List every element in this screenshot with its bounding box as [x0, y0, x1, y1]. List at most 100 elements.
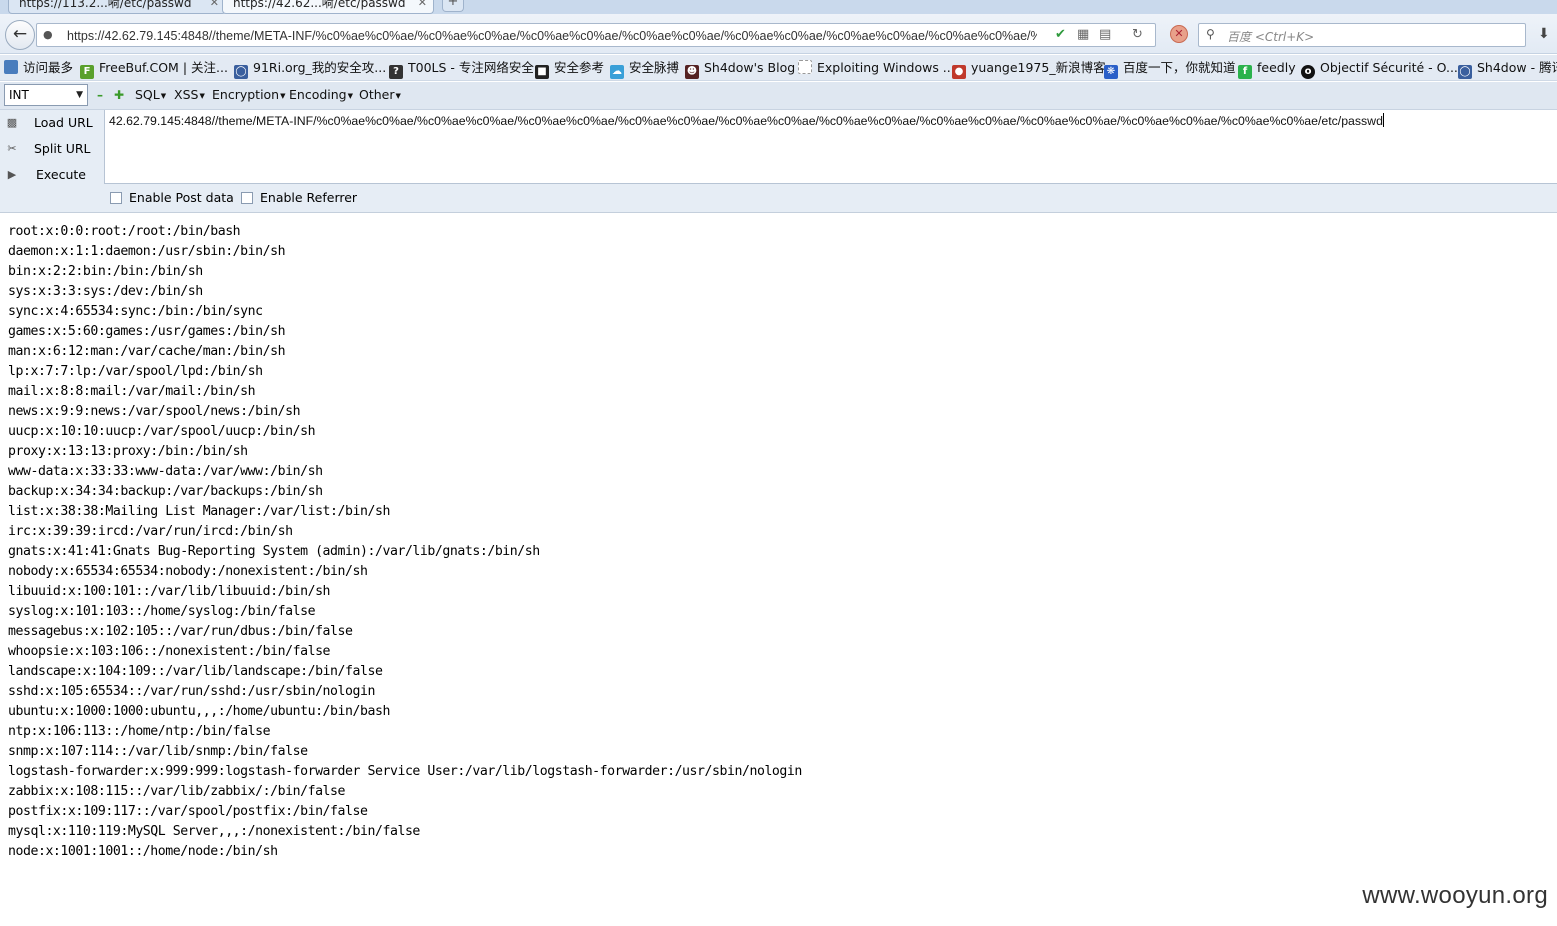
passwd-line: proxy:x:13:13:proxy:/bin:/bin/sh — [8, 444, 248, 459]
bookmark-label: 91Ri.org_我的安全攻... — [253, 60, 387, 75]
bookmark-item[interactable]: ? T00LS - 专注网络安全 — [389, 59, 534, 79]
bookmark-item[interactable]: 访问最多 — [4, 59, 73, 77]
bookmark-item[interactable]: Exploiting Windows ... — [798, 59, 955, 77]
passwd-line: gnats:x:41:41:Gnats Bug-Reporting System… — [8, 544, 540, 559]
passwd-line: landscape:x:104:109::/var/lib/landscape:… — [8, 664, 383, 679]
bookmark-item[interactable]: F FreeBuf.COM | 关注... — [80, 59, 228, 79]
shield-icon: ◯ — [234, 65, 248, 79]
menu-sql[interactable]: SQL▼ — [135, 87, 166, 102]
load-url-icon: ▩ — [6, 116, 18, 129]
hackbar-url-textarea[interactable]: 42.62.79.145:4848//theme/META-INF/%c0%ae… — [104, 110, 1557, 184]
load-url-button[interactable]: ▩ Load URL — [0, 112, 100, 134]
bookmark-label: yuange1975_新浪博客 — [971, 60, 1106, 75]
bookmark-item[interactable]: ● yuange1975_新浪博客 — [952, 59, 1106, 79]
stop-icon[interactable]: ✕ — [1170, 25, 1188, 43]
split-url-button[interactable]: ✂ Split URL — [0, 138, 100, 160]
execute-button[interactable]: ▶ Execute — [0, 164, 100, 186]
checkbox-box — [241, 192, 253, 204]
passwd-line: daemon:x:1:1:daemon:/usr/sbin:/bin/sh — [8, 244, 286, 259]
tab-title: https://42.62...嗬/etc/passwd — [233, 0, 406, 10]
bookmark-item[interactable]: ◯ 91Ri.org_我的安全攻... — [234, 59, 387, 79]
caret-icon: ▼ — [160, 92, 167, 100]
search-box[interactable]: ⚲ 百度 <Ctrl+K> — [1198, 23, 1526, 47]
checkbox-label: Enable Referrer — [260, 190, 358, 205]
page-icon — [4, 60, 18, 74]
bookmark-label: 百度一下，你就知道 — [1123, 60, 1236, 75]
bookmark-label: Sh4dow - 腾讯 — [1477, 60, 1557, 75]
checkbox-box — [110, 192, 122, 204]
lock-icon: ● — [43, 28, 53, 41]
menu-encoding[interactable]: Encoding▼ — [289, 87, 353, 102]
passwd-line: lp:x:7:7:lp:/var/spool/lpd:/bin/sh — [8, 364, 263, 379]
passwd-line: mail:x:8:8:mail:/var/mail:/bin/sh — [8, 384, 256, 399]
bookmark-label: 安全参考 — [554, 60, 605, 75]
passwd-line: messagebus:x:102:105::/var/run/dbus:/bin… — [8, 624, 353, 639]
new-tab-button[interactable]: + — [442, 0, 464, 12]
bookmark-item[interactable]: o Objectif Sécurité - O... — [1301, 59, 1458, 79]
hackbar-panel: ▩ Load URL ✂ Split URL ▶ Execute 42.62.7… — [0, 110, 1557, 213]
enable-post-checkbox[interactable]: Enable Post data — [110, 190, 234, 206]
passwd-line: bin:x:2:2:bin:/bin:/bin/sh — [8, 264, 203, 279]
type-select[interactable]: INT ▼ — [4, 84, 88, 106]
play-icon: ▶ — [7, 168, 17, 181]
back-button[interactable]: ← — [5, 20, 35, 50]
bookmark-label: Objectif Sécurité - O... — [1320, 60, 1458, 75]
passwd-line: syslog:x:101:103::/home/syslog:/bin/fals… — [8, 604, 316, 619]
tools-icon: ? — [389, 65, 403, 79]
bookmark-item[interactable]: ☁ 安全脉搏 — [610, 59, 679, 79]
tab-strip: https://113.2...嗬/etc/passwd ✕ https://4… — [0, 0, 1557, 14]
bookmark-item[interactable]: ■ 安全参考 — [535, 59, 605, 79]
avatar-icon: ☻ — [685, 65, 699, 79]
passwd-content: root:x:0:0:root:/root:/bin/bash daemon:x:… — [8, 222, 1548, 862]
shield-check-icon[interactable]: ✔ — [1055, 27, 1066, 43]
passwd-line: nobody:x:65534:65534:nobody:/nonexistent… — [8, 564, 368, 579]
text-cursor — [1382, 113, 1384, 127]
tab-2-active[interactable]: https://42.62...嗬/etc/passwd ✕ — [222, 0, 434, 14]
address-bar[interactable]: ● https://42.62.79.145:4848//theme/META-… — [36, 23, 1156, 47]
reload-icon[interactable]: ↻ — [1132, 27, 1143, 43]
menu-other[interactable]: Other▼ — [359, 87, 401, 102]
load-url-label: Load URL — [34, 115, 93, 130]
download-icon[interactable]: ⬇ — [1538, 26, 1550, 42]
enable-referrer-checkbox[interactable]: Enable Referrer — [241, 190, 357, 206]
bookmark-item[interactable]: f feedly — [1238, 59, 1296, 79]
passwd-line: ntp:x:106:113::/home/ntp:/bin/false — [8, 724, 271, 739]
bookmark-label: FreeBuf.COM | 关注... — [99, 60, 228, 75]
menu-xss[interactable]: XSS▼ — [174, 87, 205, 102]
tab-1[interactable]: https://113.2...嗬/etc/passwd ✕ — [8, 0, 226, 14]
passwd-line: backup:x:34:34:backup:/var/backups:/bin/… — [8, 484, 323, 499]
chevron-down-icon: ▼ — [76, 90, 83, 100]
passwd-line: root:x:0:0:root:/root:/bin/bash — [8, 224, 241, 239]
watermark: www.wooyun.org — [1362, 882, 1548, 909]
close-icon[interactable]: ✕ — [418, 0, 427, 12]
address-input[interactable]: https://42.62.79.145:4848//theme/META-IN… — [67, 27, 1037, 45]
reader-view-icon[interactable]: ▤ — [1099, 27, 1111, 43]
scissors-icon: ✂ — [7, 142, 17, 155]
passwd-line: man:x:6:12:man:/var/cache/man:/bin/sh — [8, 344, 286, 359]
search-input[interactable]: 百度 <Ctrl+K> — [1227, 28, 1314, 45]
type-select-value: INT — [9, 88, 29, 102]
passwd-line: ubuntu:x:1000:1000:ubuntu,,,:/home/ubunt… — [8, 704, 390, 719]
bookmark-item[interactable]: ◯ Sh4dow - 腾讯 — [1458, 59, 1557, 79]
passwd-line: snmp:x:107:114::/var/lib/snmp:/bin/false — [8, 744, 308, 759]
menu-encryption[interactable]: Encryption▼ — [212, 87, 286, 102]
menu-label: SQL — [135, 87, 160, 102]
caret-icon: ▼ — [347, 92, 353, 100]
feedly-icon: f — [1238, 65, 1252, 79]
search-icon: ⚲ — [1206, 27, 1215, 41]
checkbox-label: Enable Post data — [129, 190, 234, 205]
close-icon[interactable]: ✕ — [210, 0, 219, 12]
menu-label: Encoding — [289, 87, 347, 102]
bookmark-item[interactable]: ☻ Sh4dow's Blog — [685, 59, 795, 79]
split-url-label: Split URL — [34, 141, 91, 156]
passwd-line: sync:x:4:65534:sync:/bin:/bin/sync — [8, 304, 263, 319]
decrease-button[interactable]: – — [97, 88, 103, 102]
bookmark-label: 访问最多 — [23, 60, 74, 75]
qr-code-icon[interactable]: ▦ — [1077, 27, 1089, 43]
passwd-line: games:x:5:60:games:/usr/games:/bin/sh — [8, 324, 286, 339]
hackbar-toolbar: INT ▼ – ✚ SQL▼ XSS▼ Encryption▼ Encoding… — [0, 82, 1557, 110]
caret-icon: ▼ — [199, 92, 205, 100]
weibo-icon: ● — [952, 65, 966, 79]
bookmark-item[interactable]: ❋ 百度一下，你就知道 — [1104, 59, 1236, 79]
increase-button[interactable]: ✚ — [114, 88, 124, 102]
